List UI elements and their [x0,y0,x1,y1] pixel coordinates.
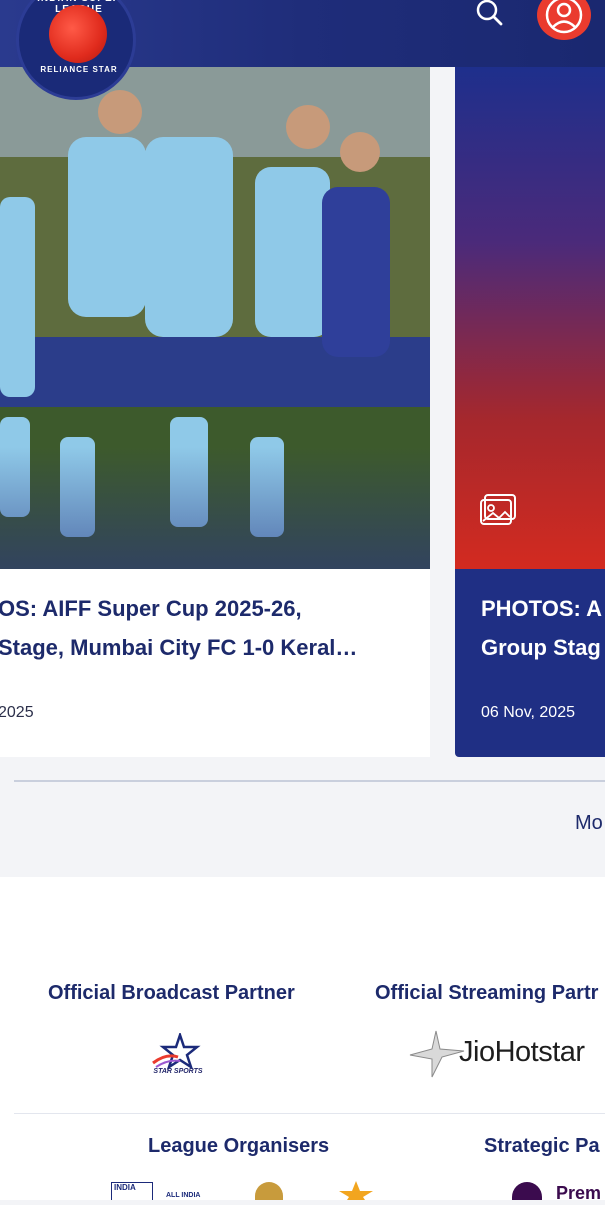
partners-divider [14,1113,605,1114]
premier-league-lion-icon[interactable] [512,1182,542,1200]
reliance-logo-icon[interactable] [255,1182,283,1200]
photo-card[interactable]: OS: AIFF Super Cup 2025-26, Stage, Mumba… [0,67,430,757]
partners-section: Official Broadcast Partner Official Stre… [0,877,605,1203]
card-date: 06 Nov, 2025 [481,704,575,721]
card-title-line-2: Stage, Mumbai City FC 1-0 Keral… [0,635,358,660]
card-title-line-2: Group Stag [481,635,601,660]
premier-league-logo-text[interactable]: Prem [556,1183,601,1204]
streaming-partner-heading: Official Streaming Partr [375,982,599,1004]
jiohotstar-logo-text[interactable]: JioHotstar [459,1036,585,1069]
card-title[interactable]: PHOTOS: A Group Stag [481,589,605,667]
logo-text-bottom: RELIANCE STAR [40,65,118,74]
card-photo[interactable] [0,67,430,569]
user-profile-icon[interactable] [537,0,591,40]
card-date: 2025 [0,704,34,721]
more-link[interactable]: Mo [575,812,603,835]
aiff-logo-text[interactable]: ALL INDIA [166,1192,200,1199]
site-header: INDIAN SUPER LEAGUE RELIANCE STAR [0,0,605,100]
league-organisers-heading: League Organisers [148,1135,330,1157]
card-title-line-1: PHOTOS: A [481,596,603,621]
strategic-partners-heading: Strategic Pa [484,1135,600,1157]
star-logo-icon[interactable] [335,1181,377,1200]
card-photo[interactable] [455,67,605,569]
card-title[interactable]: OS: AIFF Super Cup 2025-26, Stage, Mumba… [0,589,428,667]
section-divider [14,780,605,782]
search-icon[interactable] [472,0,506,28]
star-sports-logo-text: STAR SPORTS [153,1068,203,1075]
photo-carousel: OS: AIFF Super Cup 2025-26, Stage, Mumba… [0,67,605,757]
card-title-line-1: OS: AIFF Super Cup 2025-26, [0,596,302,621]
logo-ball-icon [49,5,107,63]
players-photo [0,67,430,569]
photo-card[interactable]: PHOTOS: A Group Stag 06 Nov, 2025 [455,67,605,757]
broadcast-partner-heading: Official Broadcast Partner [48,982,295,1004]
india-logo[interactable]: INDIA [111,1182,153,1200]
gallery-icon [480,492,520,528]
